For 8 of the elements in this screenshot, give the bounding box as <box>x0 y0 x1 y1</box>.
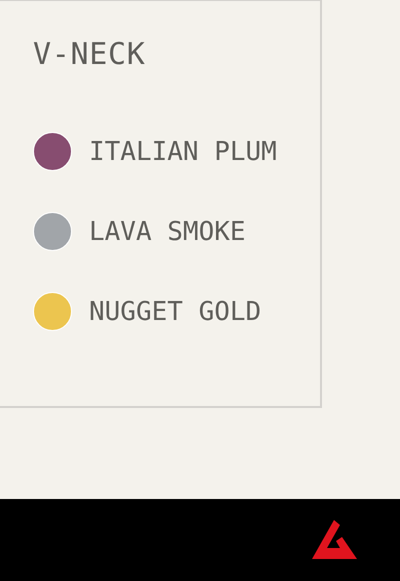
color-name: LAVA SMOKE <box>89 216 246 246</box>
color-swatch[interactable] <box>33 292 72 331</box>
color-swatch[interactable] <box>33 132 72 171</box>
color-name: ITALIAN PLUM <box>89 136 277 166</box>
color-swatch[interactable] <box>33 212 72 251</box>
triangle-logo-icon[interactable] <box>312 520 358 560</box>
color-name: NUGGET GOLD <box>89 296 262 326</box>
product-title: V-NECK <box>33 37 146 73</box>
